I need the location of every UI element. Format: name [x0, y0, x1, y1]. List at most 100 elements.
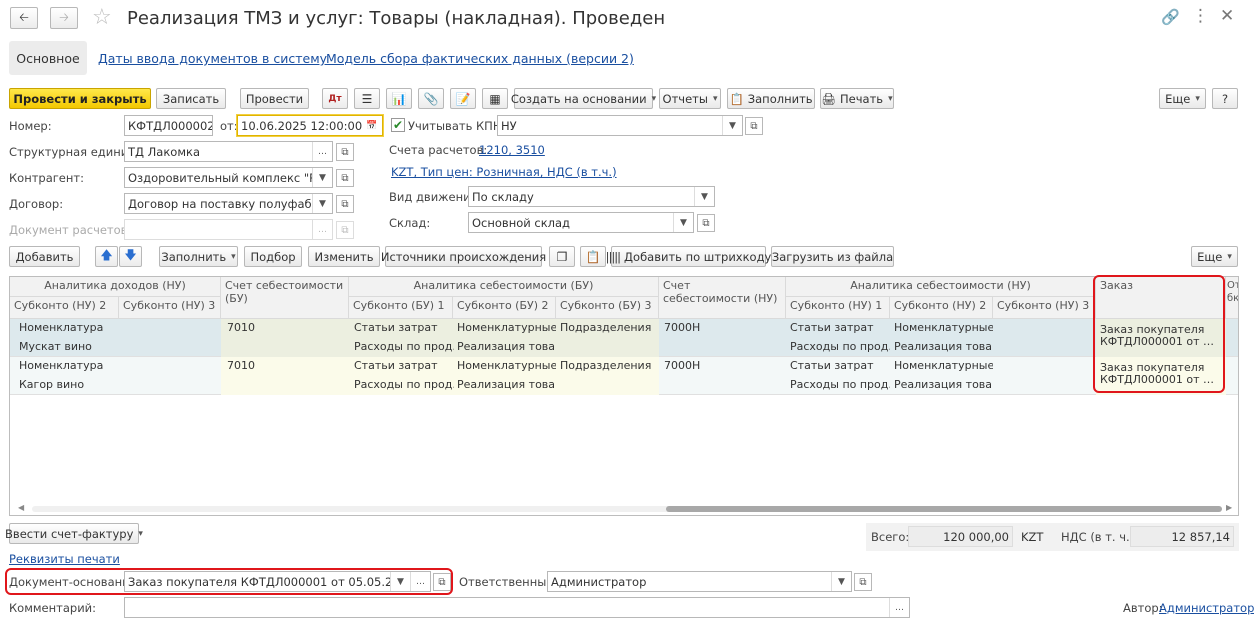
select-icon[interactable]: … — [889, 598, 909, 617]
movement-select[interactable]: По складу ▼ — [468, 186, 715, 207]
date-field[interactable]: 10.06.2025 12:00:00 📅 — [237, 115, 383, 136]
table-fill-button[interactable]: Заполнить — [159, 246, 238, 267]
chevron-down-icon[interactable]: ▼ — [722, 116, 742, 135]
horizontal-scrollbar[interactable] — [32, 506, 1222, 512]
kpn-select[interactable]: НУ ▼ — [497, 115, 743, 136]
dt-kt-icon[interactable]: Дт — [322, 88, 348, 109]
scroll-right-icon[interactable]: ▶ — [1226, 503, 1232, 512]
copy-icon[interactable]: ❐ — [549, 246, 575, 267]
print-button[interactable]: 🖨 Печать — [820, 88, 894, 109]
table-row[interactable]: Номенклатура Мускат вино 7010 Статьи зат… — [10, 319, 1238, 357]
col-subconto-bu3[interactable]: Субконто (БУ) 3 — [556, 297, 659, 319]
reports-button[interactable]: Отчеты — [659, 88, 721, 109]
chevron-down-icon[interactable]: ▼ — [673, 213, 693, 232]
cell[interactable]: Реализация това… — [890, 376, 993, 395]
col-group-income-nu[interactable]: Аналитика доходов (НУ) — [10, 277, 221, 297]
author-link[interactable]: Администратор — [1159, 601, 1254, 615]
cell[interactable]: Реализация това… — [453, 376, 556, 395]
load-file-button[interactable]: Загрузить из файла — [771, 246, 894, 267]
sources-button[interactable]: Источники происхождения — [381, 246, 546, 267]
open-icon[interactable]: ⧉ — [336, 195, 354, 213]
report-icon[interactable]: 📊 — [386, 88, 412, 109]
change-button[interactable]: Изменить — [308, 246, 380, 267]
open-icon[interactable]: ⧉ — [854, 573, 872, 591]
list-icon[interactable]: ☰ — [354, 88, 380, 109]
tab-input-dates[interactable]: Даты ввода документов в систему — [98, 51, 327, 66]
chevron-down-icon[interactable]: ▼ — [831, 572, 851, 591]
settlement-doc-field[interactable]: … — [124, 219, 333, 240]
col-subconto-bu2[interactable]: Субконто (БУ) 2 — [453, 297, 556, 319]
tab-main[interactable]: Основное — [9, 41, 87, 75]
fill-button[interactable]: 📋 Заполнить — [727, 88, 815, 109]
col-subconto-nu2[interactable]: Субконто (НУ) 2 — [10, 297, 119, 319]
scrollbar-thumb[interactable] — [666, 506, 1222, 512]
cell[interactable]: Номенклатура — [15, 319, 107, 338]
open-icon[interactable]: ⧉ — [745, 117, 763, 135]
open-icon[interactable]: ⧉ — [697, 214, 715, 232]
arrow-up-icon[interactable]: 🡅 — [95, 246, 118, 267]
warehouse-select[interactable]: Основной склад ▼ — [468, 212, 694, 233]
barcode-button[interactable]: ||||| Добавить по штрихкоду — [606, 246, 771, 267]
tab-data-model[interactable]: Модель сбора фактических данных (версии … — [326, 51, 634, 66]
calendar-icon[interactable]: 📅 — [362, 116, 382, 135]
save-button[interactable]: Записать — [156, 88, 226, 109]
cell[interactable]: Расходы по прод… — [350, 376, 454, 395]
select-icon[interactable]: … — [312, 142, 332, 161]
cell[interactable]: Кагор вино — [15, 376, 88, 395]
col-cost-account-bu[interactable]: Счет себестоимости (БУ) — [221, 277, 349, 319]
col-subconto-nu3b[interactable]: Субконто (НУ) 3 — [993, 297, 1096, 319]
cell[interactable]: Мускат вино — [15, 338, 96, 357]
scroll-left-icon[interactable]: ◀ — [18, 503, 24, 512]
cell[interactable]: Статьи затрат — [786, 319, 890, 338]
table-row[interactable]: Номенклатура Кагор вино 7010 Статьи затр… — [10, 357, 1238, 395]
add-row-button[interactable]: Добавить — [9, 246, 80, 267]
cell[interactable]: Номенклатура — [15, 357, 107, 376]
number-field[interactable]: КФТДЛ000002 — [124, 115, 213, 136]
cell[interactable]: Номенклатурные… — [453, 357, 556, 376]
cell[interactable]: Расходы по прод… — [786, 376, 890, 395]
attachment-icon[interactable]: 📎 — [418, 88, 444, 109]
table-more-button[interactable]: Еще — [1191, 246, 1238, 267]
invoice-button[interactable]: Ввести счет-фактуру — [5, 523, 139, 544]
post-close-button[interactable]: Провести и закрыть — [9, 88, 151, 109]
cell[interactable]: 7000Н — [660, 319, 704, 338]
counterparty-field[interactable]: Оздоровительный комплекс "Радуж▼ — [124, 167, 333, 188]
col-subconto-bu1[interactable]: Субконто (БУ) 1 — [349, 297, 453, 319]
cell[interactable]: 7010 — [223, 319, 259, 338]
col-subconto-nu3[interactable]: Субконто (НУ) 3 — [119, 297, 221, 319]
col-subconto-nu1[interactable]: Субконто (НУ) 1 — [786, 297, 890, 319]
forward-button[interactable]: 🡢 — [50, 7, 78, 29]
close-icon[interactable]: ✕ — [1220, 6, 1234, 26]
paste-icon[interactable]: 📋 — [580, 246, 606, 267]
open-icon[interactable]: ⧉ — [336, 143, 354, 161]
col-group-cost-bu[interactable]: Аналитика себестоимости (БУ) — [349, 277, 659, 297]
create-based-button[interactable]: Создать на основании — [511, 88, 653, 109]
kpn-checkbox[interactable]: ✔ — [391, 118, 405, 132]
cell[interactable]: Расходы по прод… — [350, 338, 454, 357]
cell[interactable]: Подразделения — [556, 357, 659, 376]
chevron-down-icon[interactable]: ▼ — [694, 187, 714, 206]
col-extra[interactable]: От бк — [1226, 277, 1238, 319]
cell[interactable]: Реализация това… — [453, 338, 556, 357]
responsible-select[interactable]: Администратор ▼ — [547, 571, 852, 592]
goods-table[interactable]: Аналитика доходов (НУ) Счет себестоимост… — [9, 276, 1239, 516]
cell[interactable]: Номенклатурные… — [453, 319, 556, 338]
print-details-link[interactable]: Реквизиты печати — [9, 552, 120, 566]
chevron-down-icon[interactable]: ▼ — [312, 168, 332, 187]
cell[interactable]: 7000Н — [660, 357, 704, 376]
cell[interactable]: 7010 — [223, 357, 259, 376]
select-icon[interactable]: … — [312, 220, 332, 239]
accounts-link[interactable]: 1210, 3510 — [479, 143, 545, 157]
col-cost-account-nu[interactable]: Счет себестоимости (НУ) — [659, 277, 786, 319]
chevron-down-icon[interactable]: ▼ — [312, 194, 332, 213]
cell[interactable]: Реализация това… — [890, 338, 993, 357]
help-button[interactable]: ? — [1212, 88, 1238, 109]
cell[interactable]: Статьи затрат — [350, 357, 454, 376]
select-button[interactable]: Подбор — [244, 246, 302, 267]
post-button[interactable]: Провести — [240, 88, 309, 109]
cell[interactable]: Статьи затрат — [350, 319, 454, 338]
col-group-cost-nu[interactable]: Аналитика себестоимости (НУ) — [786, 277, 1096, 297]
cell[interactable]: Расходы по прод… — [786, 338, 890, 357]
structure-icon[interactable]: ▦ — [482, 88, 508, 109]
more-button[interactable]: Еще — [1159, 88, 1206, 109]
